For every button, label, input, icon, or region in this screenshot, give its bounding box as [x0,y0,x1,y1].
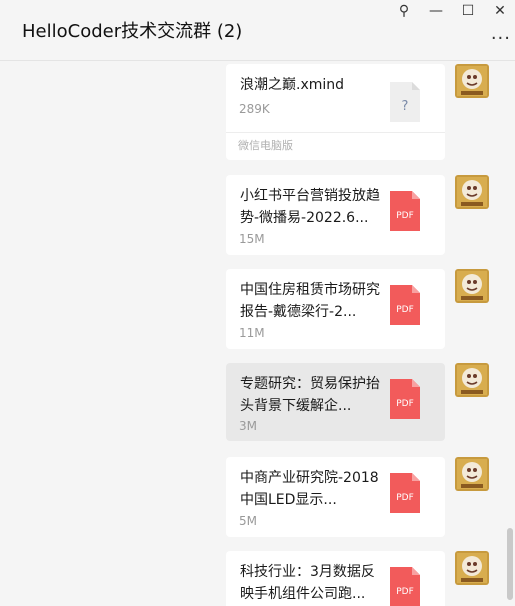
file-icon-label: PDF [396,587,414,597]
avatar[interactable] [455,457,489,491]
file-icon-label: PDF [396,399,414,409]
file-name: 专题研究：贸易保护抬头背景下缓解企... [240,376,380,414]
file-message-bubble[interactable]: 小红书平台营销投放趋势-微播易-2022.6... 15M PDF [226,175,445,255]
file-message-bubble[interactable]: 中商产业研究院-2018中国LED显示... 5M PDF [226,457,445,537]
file-icon-label: PDF [396,493,414,503]
file-message-bubble[interactable]: 浪潮之巅.xmind 289K ? 微信电脑版 [226,64,445,160]
chat-title: HelloCoder技术交流群 (2) [22,21,243,42]
pdf-file-icon: PDF [390,473,420,513]
pdf-file-icon: PDF [390,191,420,231]
file-size: 3M [239,419,257,433]
avatar[interactable] [455,64,489,98]
file-name: 中商产业研究院-2018中国LED显示... [240,470,379,508]
scrollbar-thumb[interactable] [507,528,513,600]
maximize-button[interactable]: ☐ [458,2,478,20]
message-source: 微信电脑版 [226,132,445,160]
avatar-image [455,269,489,303]
pin-icon[interactable]: ⚲ [394,2,414,20]
chat-window: HelloCoder技术交流群 (2) ⚲ — ☐ ✕ ··· 浪潮之巅.xmi… [0,0,515,606]
pdf-file-icon: PDF [390,379,420,419]
file-size: 5M [239,514,257,528]
avatar-image [455,551,489,585]
avatar[interactable] [455,551,489,585]
avatar[interactable] [455,363,489,397]
file-name: 中国住房租赁市场研究报告-戴德梁行-2... [240,282,380,320]
close-button[interactable]: ✕ [490,2,510,20]
file-icon-label: PDF [396,305,414,315]
file-message-bubble[interactable]: 科技行业：3月数据反映手机组件公司跑... PDF [226,551,445,606]
file-name: 科技行业：3月数据反映手机组件公司跑... [240,564,375,602]
file-name: 浪潮之巅.xmind [240,77,345,93]
pdf-file-icon: PDF [390,285,420,325]
more-options-icon[interactable]: ··· [491,28,511,49]
avatar-image [455,64,489,98]
file-message-bubble[interactable]: 专题研究：贸易保护抬头背景下缓解企... 3M PDF [226,363,445,441]
unknown-file-icon: ? [390,82,420,122]
avatar-image [455,457,489,491]
pdf-file-icon: PDF [390,567,420,606]
file-icon-label: PDF [396,211,414,221]
file-icon-label: ? [402,99,409,114]
file-name: 小红书平台营销投放趋势-微播易-2022.6... [240,188,380,226]
message-list[interactable]: 浪潮之巅.xmind 289K ? 微信电脑版 小红书平台营销投放趋势-微播易-… [0,61,515,606]
avatar-image [455,175,489,209]
avatar[interactable] [455,175,489,209]
file-size: 15M [239,232,265,246]
file-size: 289K [239,102,270,116]
avatar-image [455,363,489,397]
minimize-button[interactable]: — [426,2,446,20]
title-bar: HelloCoder技术交流群 (2) ⚲ — ☐ ✕ ··· [0,0,515,61]
file-message-bubble[interactable]: 中国住房租赁市场研究报告-戴德梁行-2... 11M PDF [226,269,445,349]
file-size: 11M [239,326,265,340]
avatar[interactable] [455,269,489,303]
